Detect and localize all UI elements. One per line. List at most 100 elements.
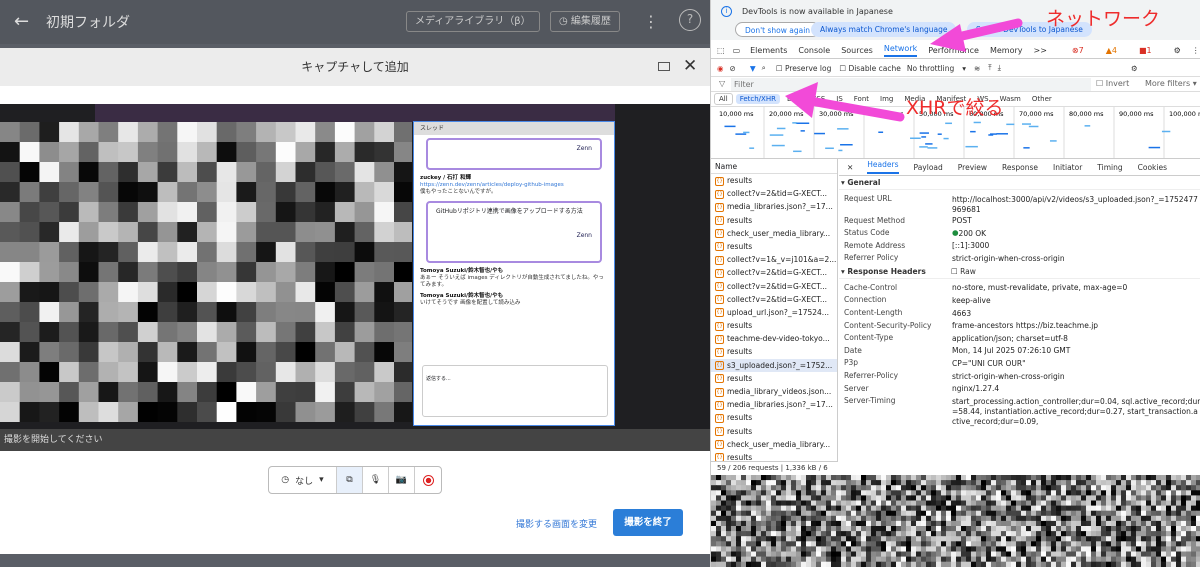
request-row[interactable]: {} s3_uploaded.json?_=1752... <box>711 358 837 372</box>
device-icon[interactable]: ▭ <box>733 46 741 55</box>
mosaic-tile <box>931 546 937 552</box>
throttling-select[interactable]: No throttling <box>907 64 954 73</box>
region-select-button[interactable]: ⧉ <box>337 467 363 493</box>
record-icon[interactable]: ◉ <box>717 64 724 73</box>
request-name: results <box>727 413 753 423</box>
gear-icon[interactable]: ⚙ <box>1174 46 1181 55</box>
mosaic-tile <box>1066 495 1072 501</box>
mosaic-tile <box>931 490 937 496</box>
camera-button[interactable]: 📷 <box>389 467 415 493</box>
list-header[interactable]: Name <box>711 159 837 174</box>
request-row[interactable]: {} results <box>711 214 837 227</box>
request-row[interactable]: {} results <box>711 240 837 253</box>
request-row[interactable]: {} media_libraries.json?_=17... <box>711 200 837 213</box>
request-row[interactable]: {} results <box>711 411 837 424</box>
request-row[interactable]: {} results <box>711 425 837 438</box>
request-row[interactable]: {} media_library_videos.json... <box>711 385 837 398</box>
reply-input[interactable]: 返信する... <box>422 365 608 417</box>
mosaic-tile <box>776 536 782 542</box>
mosaic-tile <box>1101 505 1107 512</box>
tab-memory[interactable]: Memory <box>990 46 1023 55</box>
request-row[interactable]: {} results <box>711 174 837 187</box>
request-row[interactable]: {} results <box>711 345 837 358</box>
type-filter-img[interactable]: Img <box>876 94 897 104</box>
invert-checkbox[interactable]: ☐ Invert <box>1096 79 1129 88</box>
media-library-button[interactable]: メディアライブラリ（β） <box>406 11 540 32</box>
type-filter-js[interactable]: JS <box>832 94 847 104</box>
request-row[interactable]: {} collect?v=1&_v=j101&a=2... <box>711 253 837 266</box>
request-row[interactable]: {} results <box>711 319 837 332</box>
microphone-button[interactable]: 🎙 <box>363 467 389 493</box>
type-filter-css[interactable]: CSS <box>807 94 829 104</box>
wifi-icon[interactable]: ≋ <box>974 64 980 73</box>
info-count[interactable]: ■1 <box>1139 46 1163 55</box>
dont-show-button[interactable]: Don't show again <box>735 22 821 37</box>
request-row[interactable]: {} results <box>711 372 837 385</box>
help-icon[interactable]: ? <box>679 9 701 31</box>
filter-input[interactable] <box>731 78 1091 91</box>
tab-performance[interactable]: Performance <box>928 46 979 55</box>
detail-tab-initiator[interactable]: Initiator <box>1053 163 1082 172</box>
type-filter-font[interactable]: Font <box>850 94 873 104</box>
request-row[interactable]: {} check_user_media_library... <box>711 227 837 240</box>
type-filter-all[interactable]: All <box>714 93 733 105</box>
request-row[interactable]: {} collect?v=2&tid=G-XECT... <box>711 293 837 306</box>
detail-tab-cookies[interactable]: Cookies <box>1138 163 1167 172</box>
info-icon: i <box>721 6 732 17</box>
network-settings-icon[interactable]: ⚙ <box>1131 64 1138 73</box>
download-icon[interactable]: ⤓ <box>998 63 1001 73</box>
upload-icon[interactable]: ⤒ <box>988 63 991 73</box>
record-button[interactable] <box>415 467 441 493</box>
message-link[interactable]: https://zenn.dev/zenn/articles/deploy-gi… <box>420 182 564 188</box>
mosaic-tile <box>1091 546 1097 552</box>
close-detail-icon[interactable]: ✕ <box>847 163 853 172</box>
tab-network[interactable]: Network <box>883 44 918 57</box>
raw-checkbox[interactable]: ☐ Raw <box>951 265 976 279</box>
type-filter-fetchxhr[interactable]: Fetch/XHR <box>735 94 780 104</box>
detail-tab-preview[interactable]: Preview <box>958 163 987 172</box>
general-section[interactable]: ▾ General <box>839 176 1200 190</box>
edit-history-button[interactable]: ◷ 編集履歴 <box>550 11 620 32</box>
change-screen-link[interactable]: 撮影する画面を変更 <box>516 517 597 530</box>
type-filter-other[interactable]: Other <box>1028 94 1056 104</box>
mosaic-tile <box>826 500 832 507</box>
mosaic-tile <box>961 495 967 501</box>
inspect-icon[interactable]: ⬚ <box>717 46 725 55</box>
response-headers-section[interactable]: ▾ Response Headers ☐ Raw <box>839 265 1200 279</box>
detail-tab-response[interactable]: Response <box>1002 163 1038 172</box>
request-row[interactable]: {} collect?v=2&tid=G-XECT... <box>711 280 837 293</box>
mosaic-tile <box>911 531 917 537</box>
disable-cache-checkbox[interactable]: ☐ Disable cache <box>839 64 901 73</box>
mosaic-tile <box>931 505 937 512</box>
timer-select[interactable]: ◷ なし ▾ <box>269 467 337 493</box>
request-row[interactable]: {} media_libraries.json?_=17... <box>711 398 837 411</box>
request-row[interactable]: {} collect?v=2&tid=G-XECT... <box>711 187 837 200</box>
close-icon[interactable]: ✕ <box>683 56 697 76</box>
more-tabs[interactable]: >> <box>1034 46 1047 55</box>
tab-sources[interactable]: Sources <box>841 46 873 55</box>
mosaic-tile <box>861 541 867 547</box>
picture-in-picture-icon[interactable] <box>658 62 670 71</box>
error-count[interactable]: ⊗7 <box>1072 46 1095 55</box>
type-filter-doc[interactable]: Doc <box>783 94 805 104</box>
request-row[interactable]: {} check_user_media_library... <box>711 438 837 451</box>
finish-capture-button[interactable]: 撮影を終了 <box>613 509 683 536</box>
more-menu-icon[interactable]: ⋮ <box>643 12 659 31</box>
detail-tab-headers[interactable]: Headers <box>867 160 899 174</box>
tab-console[interactable]: Console <box>798 46 830 55</box>
preserve-log-checkbox[interactable]: ☐ Preserve log <box>776 64 832 73</box>
back-arrow-icon[interactable]: ← <box>14 12 34 32</box>
filter-icon[interactable]: ▼ <box>750 64 756 73</box>
detail-tab-payload[interactable]: Payload <box>914 163 943 172</box>
tab-elements[interactable]: Elements <box>750 46 787 55</box>
detail-tab-timing[interactable]: Timing <box>1097 163 1122 172</box>
request-row[interactable]: {} collect?v=2&tid=G-XECT... <box>711 266 837 279</box>
clear-icon[interactable]: ⊘ <box>730 64 736 73</box>
search-icon[interactable]: ⌕ <box>762 63 766 73</box>
request-row[interactable]: {} teachme-dev-video-tokyo... <box>711 332 837 345</box>
more-filters-button[interactable]: More filters ▾ <box>1145 79 1197 88</box>
kebab-icon[interactable]: ⋮ <box>1192 46 1200 55</box>
always-match-button[interactable]: Always match Chrome's language <box>811 22 957 37</box>
request-row[interactable]: {} upload_url.json?_=17524... <box>711 306 837 319</box>
warning-count[interactable]: ▲4 <box>1106 46 1128 55</box>
